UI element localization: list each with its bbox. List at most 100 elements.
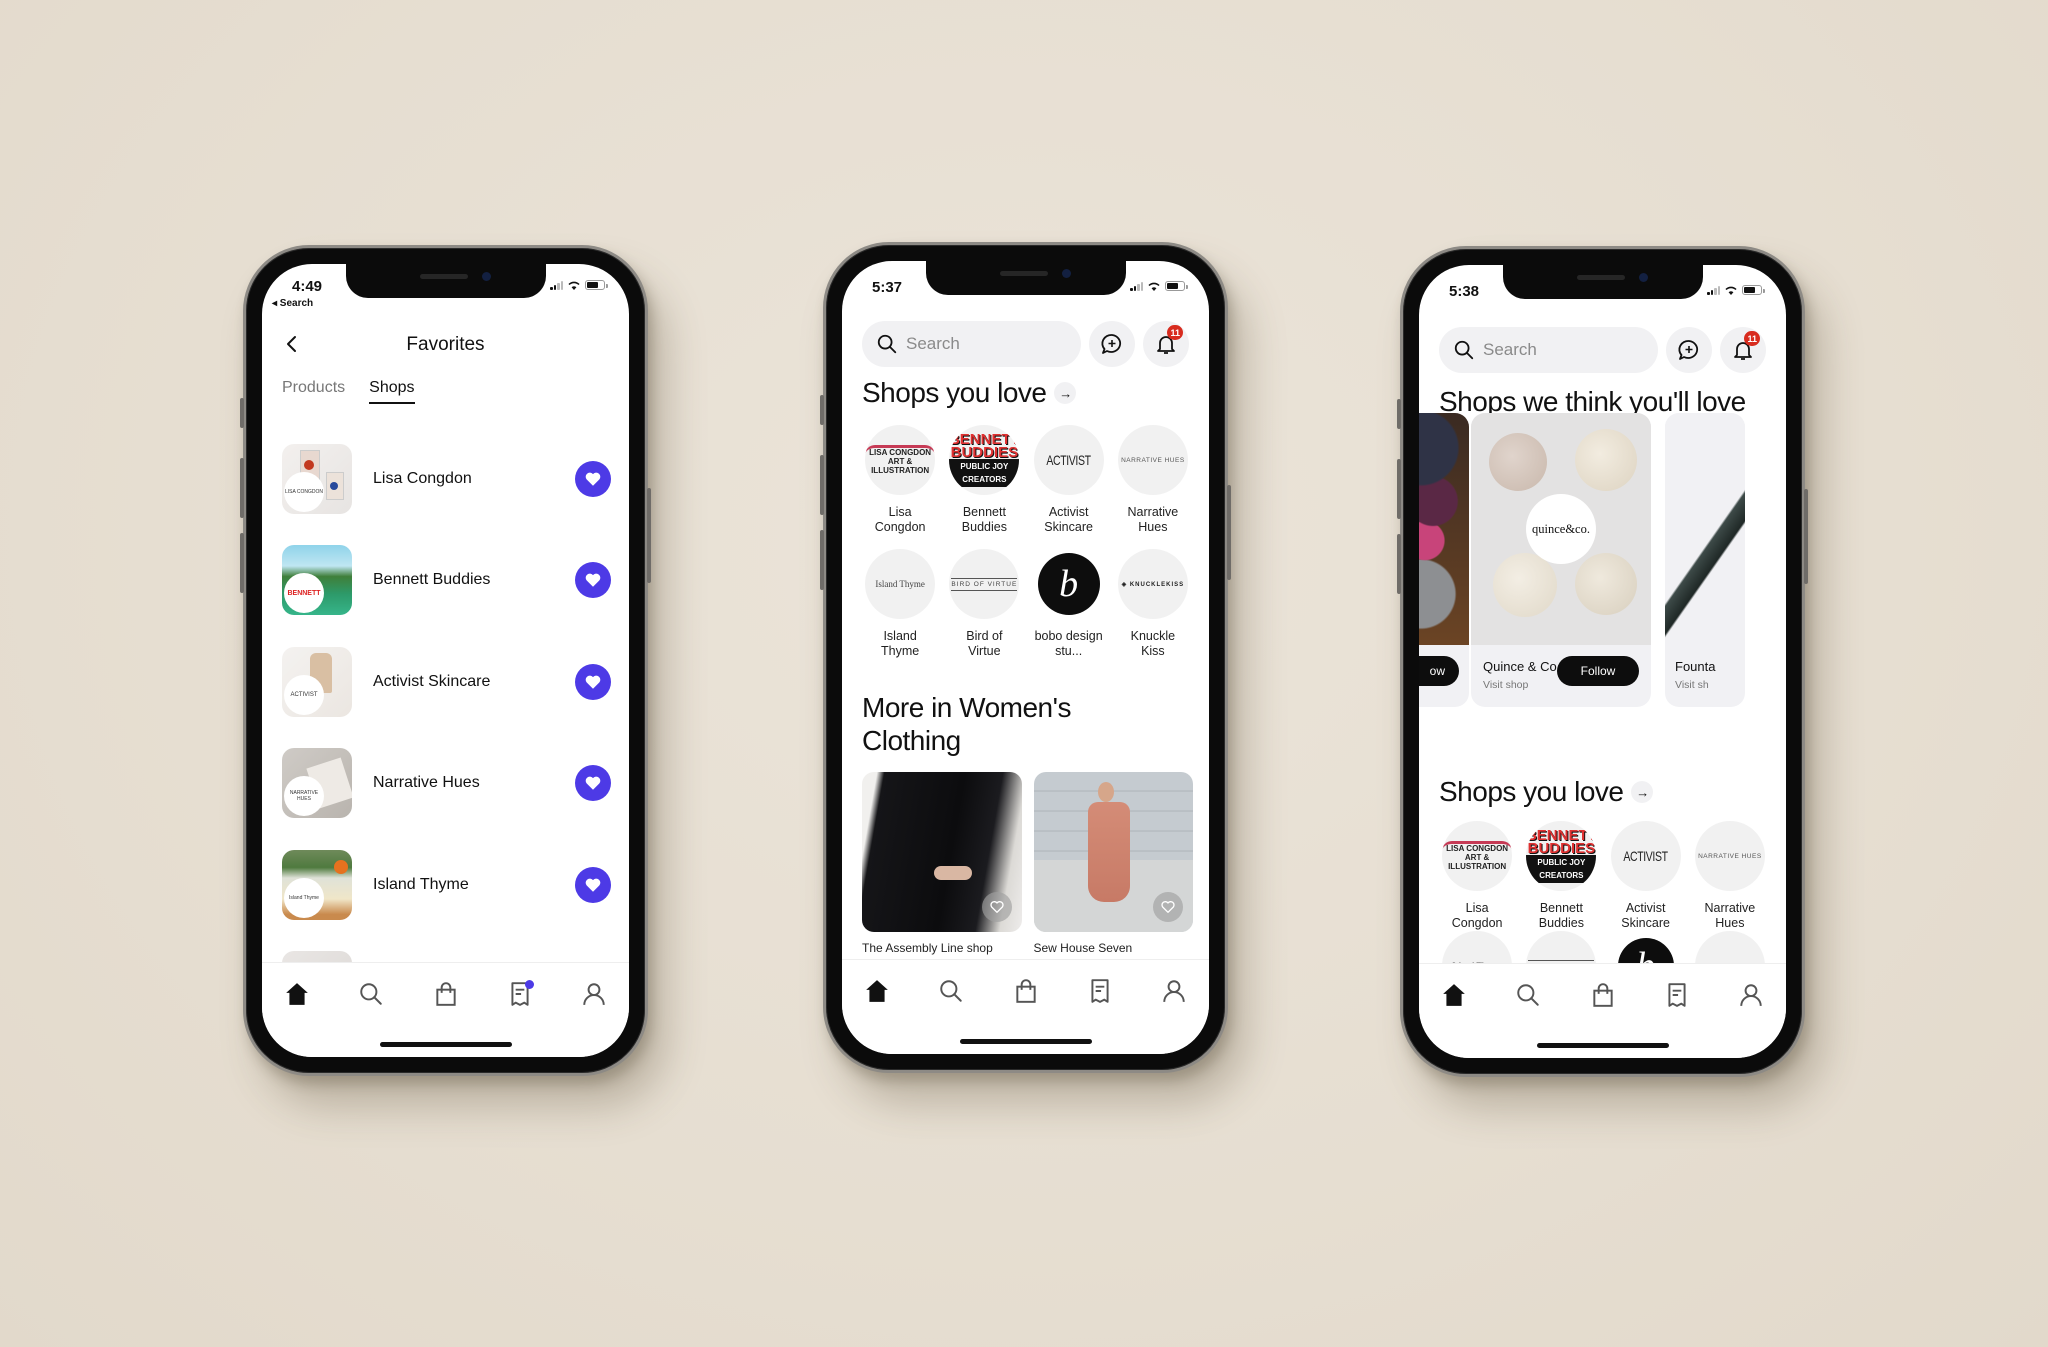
shop-tile[interactable]: b bobo design stu... <box>1027 549 1111 673</box>
search-icon <box>877 334 897 354</box>
home-indicator[interactable] <box>959 1039 1092 1044</box>
chat-sparkle-icon <box>1678 340 1698 360</box>
unfavorite-button[interactable] <box>575 765 611 802</box>
visit-shop-link[interactable]: Visit sh <box>1675 679 1709 691</box>
shop-tile[interactable]: NARRATIVE HUES Narrative Hues <box>1111 425 1195 549</box>
nav-search[interactable] <box>934 976 968 1006</box>
shop-tile[interactable]: LISA CONGDON ART & ILLUSTRATION Lisa Cong… <box>1435 821 1519 945</box>
mute-switch <box>240 398 244 428</box>
messages-button[interactable] <box>1666 327 1712 373</box>
nav-search[interactable] <box>1511 980 1545 1010</box>
shop-card-partial-right[interactable]: Founta Visit sh <box>1665 413 1745 707</box>
shop-tile[interactable]: NARRATIVE HUES Narrative Hues <box>1688 821 1772 945</box>
list-item[interactable]: LISA CONGDON Lisa Congdon <box>282 428 611 530</box>
shop-tile[interactable]: LISA CONGDON ART & ILLUSTRATION Lisa Cong… <box>858 425 942 549</box>
notifications-button[interactable]: 11 <box>1143 321 1189 367</box>
tab-products[interactable]: Products <box>282 379 345 404</box>
shop-tile[interactable]: BIRD OF VIRTUE Bird of Virtue <box>942 549 1026 673</box>
tabs: Products Shops <box>282 379 415 404</box>
follow-button[interactable]: ow <box>1419 656 1459 686</box>
unfavorite-button[interactable] <box>575 460 611 497</box>
notifications-button[interactable]: 11 <box>1720 327 1766 373</box>
product-card[interactable]: Sew House Seven #107 Mississippi Avenue.… <box>1033 772 1193 982</box>
status-time: 5:37 <box>872 279 903 296</box>
product-shop: Sew House Seven <box>1033 941 1133 955</box>
power-button <box>647 488 651 583</box>
card-image <box>1419 413 1469 645</box>
arrow-right-icon[interactable]: → <box>1054 382 1077 404</box>
shop-tile[interactable]: BENNETT BUDDIES PUBLIC JOY CREATORS Bennet… <box>1519 821 1603 945</box>
search-placeholder: Search <box>1483 340 1537 359</box>
unfavorite-button[interactable] <box>575 562 611 599</box>
shop-label: Lisa Congdon <box>874 505 926 534</box>
nav-profile[interactable] <box>577 979 611 1009</box>
nav-home[interactable] <box>860 976 894 1006</box>
shops-you-love-heading[interactable]: Shops you love → <box>1439 776 1654 808</box>
list-item[interactable]: Island Thyme Island Thyme <box>282 834 611 936</box>
shop-card-partial-left[interactable]: ow <box>1419 413 1469 707</box>
list-item[interactable]: ACTIVIST Activist Skincare <box>282 631 611 733</box>
favorite-button[interactable] <box>1153 892 1183 922</box>
tab-shops[interactable]: Shops <box>369 379 415 404</box>
nav-cart[interactable] <box>429 979 463 1009</box>
messages-button[interactable] <box>1089 321 1135 367</box>
nav-updates[interactable] <box>1660 980 1694 1010</box>
search-icon <box>1517 984 1539 1006</box>
follow-button[interactable]: Follow <box>1557 656 1639 686</box>
shop-tile[interactable]: ACTIVIST Activist Skincare <box>1604 821 1688 945</box>
heart-icon <box>585 776 601 790</box>
nav-search[interactable] <box>354 979 388 1009</box>
nav-home[interactable] <box>280 979 314 1009</box>
volume-down-button <box>240 533 244 593</box>
search-input[interactable]: Search <box>1439 327 1658 373</box>
nav-profile[interactable] <box>1734 980 1768 1010</box>
volume-up-button <box>820 455 824 515</box>
shop-tile[interactable]: ACTIVIST Activist Skincare <box>1027 425 1111 549</box>
nav-updates[interactable] <box>503 979 537 1009</box>
nav-updates[interactable] <box>1083 976 1117 1006</box>
shop-card[interactable]: quince&co. Quince & Co. Visit shop Follo… <box>1471 413 1651 707</box>
shop-logo-badge: ACTIVIST <box>284 674 324 715</box>
product-card[interactable]: The Assembly Line shop WRAP JACKET PATTE… <box>862 772 1022 982</box>
shop-thumbnail: ACTIVIST <box>282 646 352 717</box>
status-icons <box>1707 285 1765 295</box>
search-input[interactable]: Search <box>862 321 1081 367</box>
receipt-icon <box>1091 979 1109 1003</box>
shop-tile[interactable]: Island Thyme Island Thyme <box>858 549 942 673</box>
screen: 4:49 ◂ Search Favorites Products Shops L… <box>262 264 629 1057</box>
recommended-shops-carousel[interactable]: ow quince&co. Quince & Co. Visit shop Fo… <box>1419 413 1786 707</box>
unfavorite-button[interactable] <box>575 663 611 700</box>
heart-outline-icon <box>989 901 1004 913</box>
nav-home[interactable] <box>1437 980 1471 1010</box>
mute-switch <box>820 395 824 425</box>
volume-up-button <box>240 458 244 518</box>
shop-label: Activist Skincare <box>1044 505 1093 534</box>
heart-icon <box>585 472 601 486</box>
nav-cart[interactable] <box>1586 980 1620 1010</box>
shop-label: Narrative Hues <box>1127 505 1179 534</box>
shop-tile[interactable]: ◈ KNUCKLEKISS Knuckle Kiss <box>1111 549 1195 673</box>
shop-logo: NARRATIVE HUES <box>1694 821 1765 891</box>
shop-name: Quince & Co. <box>1483 659 1561 674</box>
home-indicator[interactable] <box>379 1042 512 1047</box>
header: Favorites <box>262 330 629 360</box>
power-button <box>1227 485 1231 580</box>
nav-profile[interactable] <box>1157 976 1191 1006</box>
screen: 5:38 Search 11 Shops we think you'll lov… <box>1419 265 1786 1058</box>
list-item[interactable]: NARRATIVE HUES Narrative Hues <box>282 733 611 835</box>
shop-logo-badge: Island Thyme <box>284 877 324 918</box>
visit-shop-link[interactable]: Visit shop <box>1483 679 1528 691</box>
arrow-right-icon[interactable]: → <box>1631 781 1654 803</box>
shops-you-love-heading[interactable]: Shops you love → <box>862 377 1077 409</box>
phone-home: 5:37 Search 11 Shops you love → LISA CON… <box>820 242 1231 1073</box>
unfavorite-button[interactable] <box>575 866 611 903</box>
nav-cart[interactable] <box>1009 976 1043 1006</box>
home-icon <box>1443 984 1465 1006</box>
list-item[interactable]: BENNETT Bennett Buddies <box>282 530 611 632</box>
shop-tile[interactable]: BENNETT BUDDIES PUBLIC JOY CREATORS Bennet… <box>942 425 1026 549</box>
top-bar: Search 11 <box>1439 327 1766 373</box>
product-image <box>862 772 1022 932</box>
favorite-button[interactable] <box>981 892 1012 922</box>
status-back-to-app[interactable]: ◂ Search <box>272 298 313 309</box>
home-indicator[interactable] <box>1536 1043 1669 1048</box>
